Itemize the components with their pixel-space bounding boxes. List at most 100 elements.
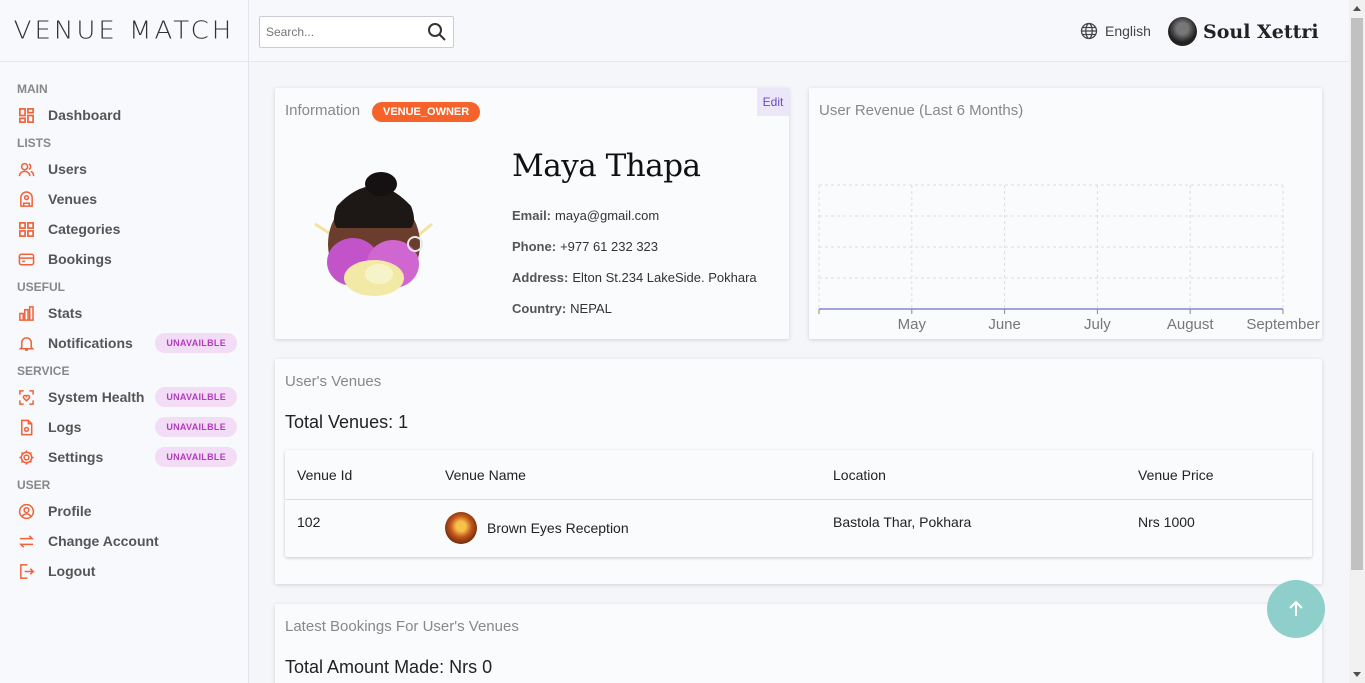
bookings-icon [17,250,35,268]
unavailable-badge: UNAVAILBLE [155,447,237,467]
venue-icon [17,190,35,208]
email-value: maya@gmail.com [555,208,660,223]
scroll-up-arrow[interactable] [1353,6,1361,11]
section-title-main: MAIN [17,82,48,96]
column-header[interactable]: Venue Id [297,467,352,483]
sidebar-item-categories[interactable]: Categories [0,214,248,244]
venues-table: Venue Id Venue Name Location Venue Price… [285,450,1312,557]
table-header: Venue Id Venue Name Location Venue Price [285,450,1312,500]
sidebar-item-users[interactable]: Users [0,154,248,184]
topbar: English Soul Xettri [249,0,1349,62]
sidebar-item-label: Stats [48,305,83,321]
globe-icon [1080,22,1098,40]
sidebar-item-profile[interactable]: Profile [0,496,248,526]
avatar [1168,17,1197,46]
users-venues-card: User's Venues Total Venues: 1 Venue Id V… [275,359,1322,584]
latest-bookings-card: Latest Bookings For User's Venues Total … [275,604,1322,683]
column-header[interactable]: Location [833,467,886,483]
sidebar-item-logs[interactable]: Logs UNAVAILBLE [0,412,248,442]
revenue-card: User Revenue (Last 6 Months) May June July… [809,88,1322,339]
venue-name-cell: Brown Eyes Reception [445,512,629,544]
sidebar-item-label: Notifications [48,335,133,351]
logs-icon [17,418,35,436]
sidebar-item-label: System Health [48,389,145,405]
language-label: English [1105,23,1151,39]
x-tick-label: June [988,316,1021,333]
categories-icon [17,220,35,238]
x-tick-label: May [898,316,927,333]
x-tick-label: September [1246,316,1319,333]
logo[interactable]: VENUE MATCH [0,0,248,62]
bookings-title: Latest Bookings For User's Venues [285,618,519,635]
sidebar-item-change-account[interactable]: Change Account [0,526,248,556]
x-tick-label: July [1084,316,1111,333]
information-title: Information [285,102,361,119]
venue-id-cell: 102 [297,514,321,531]
search-input[interactable] [260,25,420,39]
sidebar: VENUE MATCH MAIN Dashboard LISTS Users V… [0,0,249,683]
sidebar-item-stats[interactable]: Stats [0,298,248,328]
scrollbar-thumb[interactable] [1351,18,1363,570]
scroll-to-top-button[interactable] [1267,580,1325,638]
venue-price-cell: Nrs 1000 [1138,514,1195,531]
sidebar-item-logout[interactable]: Logout [0,556,248,586]
search-box [259,16,454,48]
user-avatar-image [314,172,433,296]
email-row: Email: maya@gmail.com [512,208,659,223]
column-header[interactable]: Venue Name [445,467,526,483]
sidebar-item-settings[interactable]: Settings UNAVAILBLE [0,442,248,472]
sidebar-item-label: Venues [48,191,98,207]
sidebar-item-bookings[interactable]: Bookings [0,244,248,274]
bell-icon [17,334,35,352]
x-tick-label: August [1167,316,1215,333]
address-row: Address: Elton St.234 LakeSide. Pokhara [512,270,757,285]
sidebar-item-venues[interactable]: Venues [0,184,248,214]
unavailable-badge: UNAVAILBLE [155,387,237,407]
venue-name: Brown Eyes Reception [487,520,629,536]
information-card: Information VENUE_OWNER Edit Maya Thapa … [275,88,789,339]
sidebar-item-dashboard[interactable]: Dashboard [0,100,248,130]
unavailable-badge: UNAVAILBLE [155,417,237,437]
country-label: Country: [512,301,567,316]
language-selector[interactable]: English [1080,22,1151,40]
email-label: Email: [512,208,552,223]
section-title-lists: LISTS [17,136,52,150]
sidebar-item-label: Users [48,161,87,177]
phone-row: Phone: +977 61 232 323 [512,239,658,254]
scrollbar[interactable] [1349,0,1365,683]
arrow-up-icon [1289,600,1303,616]
sidebar-item-notifications[interactable]: Notifications UNAVAILBLE [0,328,248,358]
total-venues: Total Venues: 1 [285,412,409,432]
role-badge: VENUE_OWNER [372,102,481,122]
column-header[interactable]: Venue Price [1138,467,1214,483]
sidebar-item-label: Dashboard [48,107,122,123]
phone-label: Phone: [512,239,557,254]
section-title-user: USER [17,478,51,492]
scroll-down-arrow[interactable] [1353,672,1361,677]
sidebar-item-label: Bookings [48,251,112,267]
section-title-useful: USEFUL [17,280,65,294]
stats-icon [17,304,35,322]
table-row[interactable]: 102 Brown Eyes Reception Bastola Thar, P… [285,500,1312,556]
brand-name: VENUE MATCH [13,16,235,45]
edit-button[interactable]: Edit [757,88,789,116]
user-name: Soul Xettri [1203,20,1319,43]
address-label: Address: [512,270,569,285]
venue-location-cell: Bastola Thar, Pokhara [833,514,972,531]
sidebar-item-label: Logs [48,419,82,435]
unavailable-badge: UNAVAILBLE [155,333,237,353]
dashboard-icon [17,106,35,124]
country-value: NEPAL [570,301,612,316]
venues-title: User's Venues [285,373,382,390]
sidebar-item-system-health[interactable]: System Health UNAVAILBLE [0,382,248,412]
revenue-chart: May June July August September [818,184,1320,333]
phone-value: +977 61 232 323 [560,239,659,254]
sidebar-item-label: Logout [48,563,96,579]
country-row: Country: NEPAL [512,301,612,316]
user-menu[interactable]: Soul Xettri [1168,17,1319,46]
sidebar-item-label: Categories [48,221,121,237]
venue-thumbnail [445,512,477,544]
search-icon[interactable] [427,22,447,47]
total-amount: Total Amount Made: Nrs 0 [285,657,493,677]
sidebar-item-label: Profile [48,503,92,519]
